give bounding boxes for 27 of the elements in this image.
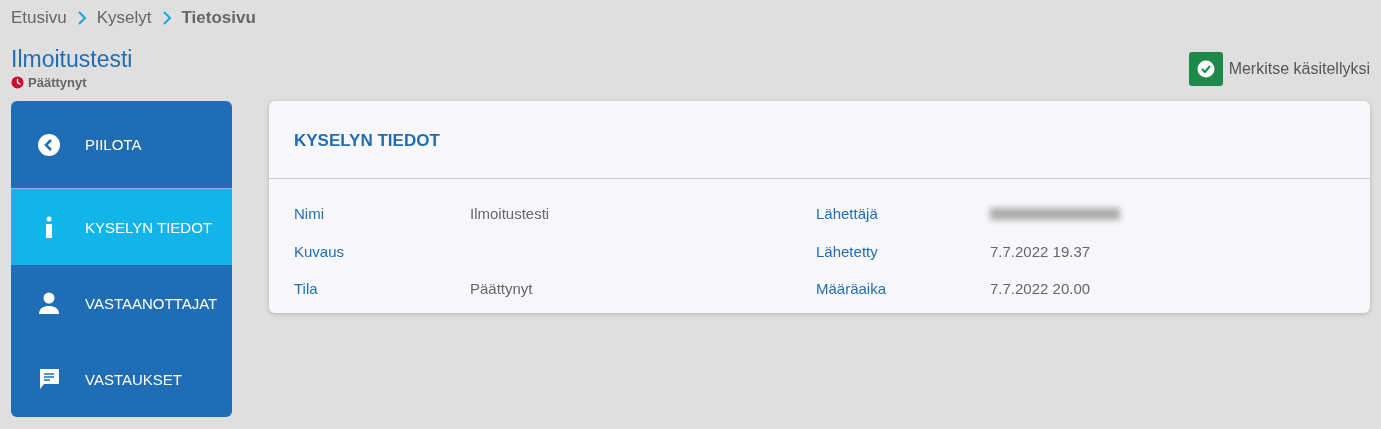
- field-value: 7.7.2022 20.00: [990, 280, 1092, 297]
- back-icon: [37, 132, 61, 157]
- info-icon: [44, 216, 54, 238]
- mark-processed-button[interactable]: Merkitse käsitellyksi: [1188, 52, 1370, 86]
- sidebar-item[interactable]: VASTAANOTTAJAT: [11, 265, 232, 341]
- breadcrumb-link[interactable]: Tietosivu: [181, 8, 256, 28]
- status-text: Päättynyt: [28, 75, 87, 90]
- clock-icon: [11, 76, 24, 89]
- field-value: Päättynyt: [470, 280, 534, 297]
- message-icon: [38, 368, 60, 390]
- chevron-icon: [161, 10, 172, 26]
- field-label: Lähettäjä: [816, 205, 879, 223]
- field-label: Tila: [294, 280, 319, 297]
- field-label: Lähetetty: [816, 243, 879, 260]
- breadcrumb-link[interactable]: Etusivu: [11, 8, 67, 28]
- breadcrumb-link[interactable]: Kyselyt: [96, 8, 152, 28]
- card-title: KYSELYN TIEDOT: [294, 131, 441, 151]
- page-title: Ilmoitustesti: [11, 46, 133, 73]
- field-value: 7.7.2022 19.37: [990, 243, 1092, 260]
- field-value: Ilmoitustesti: [470, 205, 551, 223]
- field-label: Nimi: [294, 205, 325, 223]
- person-icon: [38, 292, 60, 314]
- check-icon: [1196, 60, 1215, 78]
- chevron-icon: [76, 10, 87, 26]
- field-label: Määräaika: [816, 280, 888, 297]
- field-label: Kuvaus: [294, 243, 346, 260]
- sidebar-item[interactable]: VASTAUKSET: [11, 341, 232, 417]
